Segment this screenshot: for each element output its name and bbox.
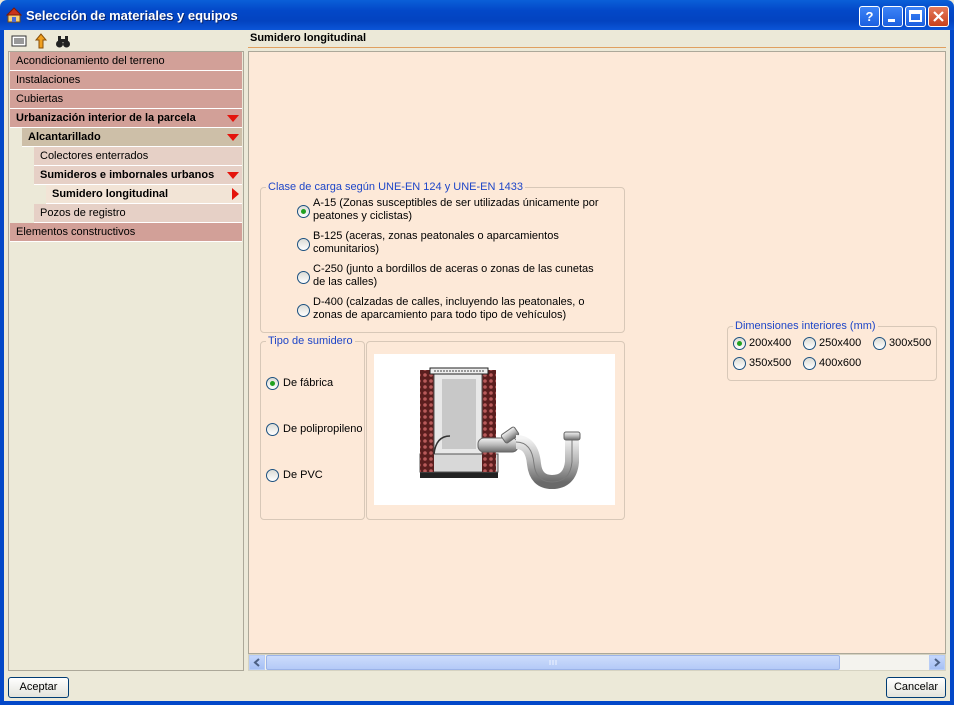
selected-arrow-icon <box>232 188 239 200</box>
category-tree: Acondicionamiento del terreno Instalacio… <box>8 51 244 671</box>
panel-title: Sumidero longitudinal <box>250 32 367 44</box>
load-class-b125-radio[interactable] <box>297 238 310 251</box>
longitudinal-drain-diagram-icon <box>419 367 581 490</box>
tree-item-label: Alcantarillado <box>28 131 101 143</box>
load-class-c250-radio[interactable] <box>297 271 310 284</box>
drain-type-legend: Tipo de sumidero <box>266 335 355 347</box>
drain-type-pvc-radio[interactable] <box>266 469 279 482</box>
minimize-button[interactable] <box>882 6 903 27</box>
dim-400x600-radio[interactable] <box>803 357 816 370</box>
scroll-thumb[interactable] <box>266 655 840 670</box>
option-line: B-125 (aceras, zonas peatonales o aparca… <box>313 230 559 242</box>
chevron-left-icon <box>253 658 260 667</box>
drain-type-polipropileno-radio[interactable] <box>266 423 279 436</box>
option-line: D-400 (calzadas de calles, incluyendo la… <box>313 296 585 308</box>
tree-item-label: Sumidero longitudinal <box>52 188 169 200</box>
collapse-arrow-icon[interactable] <box>227 115 239 122</box>
scroll-right-button[interactable] <box>929 655 945 670</box>
tree-item-label: Colectores enterrados <box>40 150 149 162</box>
collapse-arrow-icon[interactable] <box>227 172 239 179</box>
maximize-button[interactable] <box>905 6 926 27</box>
window-frame-right <box>950 30 954 705</box>
help-button[interactable]: ? <box>859 6 880 27</box>
dimensions-group: Dimensiones interiores (mm) <box>727 320 937 381</box>
tree-item-cubiertas[interactable]: Cubiertas <box>10 90 242 109</box>
load-class-legend: Clase de carga según UNE-EN 124 y UNE-EN… <box>266 181 525 193</box>
navigate-up-icon[interactable] <box>33 33 49 49</box>
dim-250x400-label[interactable]: 250x400 <box>819 337 861 350</box>
list-view-icon[interactable] <box>11 33 27 49</box>
dim-250x400-radio[interactable] <box>803 337 816 350</box>
tree-item-sumidero-longitudinal[interactable]: Sumidero longitudinal <box>46 185 242 204</box>
minimize-icon <box>888 19 895 22</box>
tree-item-label: Instalaciones <box>16 74 81 86</box>
drain-type-fabrica-label[interactable]: De fábrica <box>283 377 333 390</box>
dim-300x500-radio[interactable] <box>873 337 886 350</box>
title-bar[interactable]: Selección de materiales y equipos ? <box>0 0 954 30</box>
scroll-left-button[interactable] <box>249 655 265 670</box>
tree-item-label: Cubiertas <box>16 93 64 105</box>
dim-350x500-radio[interactable] <box>733 357 746 370</box>
window-frame-bottom <box>0 701 954 705</box>
tree-item-instalaciones[interactable]: Instalaciones <box>10 71 242 90</box>
option-line: zonas de aparcamiento para todo tipo de … <box>313 309 567 321</box>
option-line: de las calles) <box>313 276 378 288</box>
drain-type-polipropileno-label[interactable]: De polipropileno <box>283 423 363 436</box>
tree-item-label: Urbanización interior de la parcela <box>16 112 196 124</box>
option-line: A-15 (Zonas susceptibles de ser utilizad… <box>313 197 599 209</box>
tree-item-urbanizacion[interactable]: Urbanización interior de la parcela <box>10 109 242 128</box>
accept-button[interactable]: Aceptar <box>8 677 69 698</box>
dim-200x400-radio[interactable] <box>733 337 746 350</box>
house-app-icon <box>6 7 22 23</box>
load-class-b125-label[interactable]: B-125 (aceras, zonas peatonales o aparca… <box>313 230 559 256</box>
tree-item-label: Pozos de registro <box>40 207 126 219</box>
drain-type-fabrica-radio[interactable] <box>266 377 279 390</box>
chevron-right-icon <box>934 658 941 667</box>
dim-350x500-label[interactable]: 350x500 <box>749 357 791 370</box>
option-line: comunitarios) <box>313 243 380 255</box>
title-divider <box>248 47 946 48</box>
cancel-button[interactable]: Cancelar <box>886 677 946 698</box>
maximize-icon <box>909 10 922 22</box>
tree-item-pozos[interactable]: Pozos de registro <box>34 204 242 223</box>
dim-300x500-label[interactable]: 300x500 <box>889 337 931 350</box>
grip-icon <box>549 660 557 665</box>
tree-item-label: Sumideros e imbornales urbanos <box>40 169 215 181</box>
tree-item-alcantarillado[interactable]: Alcantarillado <box>22 128 242 147</box>
load-class-a15-radio[interactable] <box>297 205 310 218</box>
tree-item-acondicionamiento[interactable]: Acondicionamiento del terreno <box>10 52 242 71</box>
dimensions-legend: Dimensiones interiores (mm) <box>733 320 878 332</box>
close-button[interactable] <box>928 6 949 27</box>
window-frame-left <box>0 30 4 705</box>
dim-200x400-label[interactable]: 200x400 <box>749 337 791 350</box>
tree-item-elementos[interactable]: Elementos constructivos <box>10 223 242 242</box>
window-title: Selección de materiales y equipos <box>26 8 238 23</box>
tree-toolbar <box>8 32 244 50</box>
collapse-arrow-icon[interactable] <box>227 134 239 141</box>
load-class-c250-label[interactable]: C-250 (junto a bordillos de aceras o zon… <box>313 263 594 289</box>
load-class-a15-label[interactable]: A-15 (Zonas susceptibles de ser utilizad… <box>313 197 599 223</box>
drain-illustration <box>374 354 615 505</box>
tree-item-sumideros[interactable]: Sumideros e imbornales urbanos <box>34 166 242 185</box>
load-class-d400-label[interactable]: D-400 (calzadas de calles, incluyendo la… <box>313 296 585 322</box>
tree-item-colectores[interactable]: Colectores enterrados <box>34 147 242 166</box>
drain-type-pvc-label[interactable]: De PVC <box>283 469 323 482</box>
dim-400x600-label[interactable]: 400x600 <box>819 357 861 370</box>
option-line: peatones y ciclistas) <box>313 210 413 222</box>
find-binoculars-icon[interactable] <box>55 33 71 49</box>
load-class-d400-radio[interactable] <box>297 304 310 317</box>
tree-item-label: Elementos constructivos <box>16 226 136 238</box>
tree-item-label: Acondicionamiento del terreno <box>16 55 165 67</box>
option-line: C-250 (junto a bordillos de aceras o zon… <box>313 263 594 275</box>
horizontal-scrollbar[interactable] <box>248 654 946 671</box>
close-icon <box>933 11 944 22</box>
